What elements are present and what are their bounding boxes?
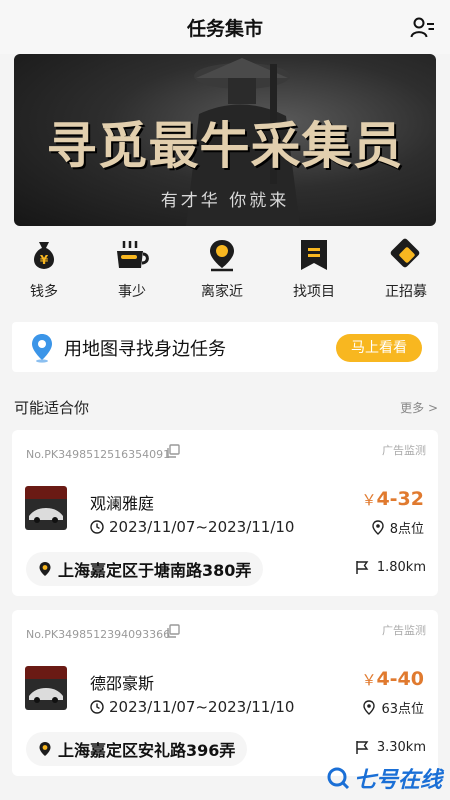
quick-link-label: 钱多 xyxy=(30,284,58,300)
promo-banner[interactable]: 寻觅最牛采集员 有才华 你就来 xyxy=(14,54,436,226)
quick-link-money[interactable]: ¥ 钱多 xyxy=(4,238,84,301)
user-list-icon[interactable] xyxy=(410,15,436,41)
project-folder-icon xyxy=(301,240,327,270)
more-link[interactable]: 更多 > xyxy=(400,399,438,416)
quick-link-nearby[interactable]: 离家近 xyxy=(182,238,262,301)
quick-link-label: 找项目 xyxy=(293,284,335,300)
app-header: 任务集市 xyxy=(0,0,450,54)
quick-link-label: 离家近 xyxy=(201,284,243,300)
recruit-badge-icon xyxy=(390,238,420,268)
banner-subline: 有才华 你就来 xyxy=(160,191,290,211)
task-name: 观澜雅庭 xyxy=(90,494,155,513)
copy-icon[interactable] xyxy=(166,444,180,458)
site-watermark: 七号在线 xyxy=(326,762,442,794)
svg-text:¥: ¥ xyxy=(40,253,49,267)
car-image xyxy=(29,508,63,523)
page-title: 任务集市 xyxy=(186,17,263,40)
coffee-cup-icon xyxy=(117,241,149,268)
task-name: 德邵豪斯 xyxy=(90,674,155,693)
task-number: No.PK3498512516354091 xyxy=(26,448,171,461)
task-thumbnail xyxy=(25,666,67,710)
money-bag-icon: ¥ xyxy=(34,242,54,269)
task-price: ￥4-40 xyxy=(361,668,424,690)
task-card[interactable]: No.PK3498512516354091 广告监测 观澜雅庭 2023/11/… xyxy=(12,430,438,596)
pin-outline-icon xyxy=(372,520,384,535)
quick-link-label: 事少 xyxy=(118,284,146,300)
map-pin-icon xyxy=(32,334,52,363)
map-search-card[interactable]: 用地图寻找身边任务 马上看看 xyxy=(12,322,438,372)
task-address: 上海嘉定区安礼路396弄 xyxy=(26,732,248,766)
task-spots: 8点位 xyxy=(371,518,424,537)
task-address: 上海嘉定区于塘南路380弄 xyxy=(26,552,264,586)
view-now-button[interactable]: 马上看看 xyxy=(336,334,422,362)
task-spots: 63点位 xyxy=(362,698,424,717)
task-date: 2023/11/07~2023/11/10 xyxy=(90,518,294,536)
location-pin-icon xyxy=(39,562,51,576)
task-thumbnail xyxy=(25,486,67,530)
task-card[interactable]: No.PK3498512394093366 广告监测 德邵豪斯 2023/11/… xyxy=(12,610,438,776)
clock-icon xyxy=(90,700,104,714)
quick-links: ¥ 钱多 事少 离家近 找项目 正招募 xyxy=(0,234,450,310)
map-search-text: 用地图寻找身边任务 xyxy=(64,339,226,360)
copy-icon[interactable] xyxy=(166,624,180,638)
section-title: 可能适合你 xyxy=(14,399,90,417)
clock-icon xyxy=(90,520,104,534)
task-distance: 1.80km xyxy=(355,560,426,575)
quick-link-projects[interactable]: 找项目 xyxy=(274,238,354,301)
pin-outline-icon xyxy=(363,700,376,715)
banner-headline: 寻觅最牛采集员 xyxy=(46,116,404,175)
search-logo-icon xyxy=(327,767,350,790)
flag-icon xyxy=(356,561,369,574)
task-category: 广告监测 xyxy=(382,624,426,637)
location-pin-icon xyxy=(39,742,51,756)
quick-link-label: 正招募 xyxy=(385,284,427,300)
quick-link-relaxed[interactable]: 事少 xyxy=(92,238,172,301)
task-category: 广告监测 xyxy=(382,444,426,457)
task-price: ￥4-32 xyxy=(361,488,424,510)
car-image xyxy=(29,688,63,703)
task-distance: 3.30km xyxy=(355,740,426,755)
location-pin-icon xyxy=(210,240,234,272)
flag-icon xyxy=(356,741,369,754)
task-number: No.PK3498512394093366 xyxy=(26,628,171,641)
task-date: 2023/11/07~2023/11/10 xyxy=(90,698,294,716)
quick-link-recruiting[interactable]: 正招募 xyxy=(366,238,446,301)
